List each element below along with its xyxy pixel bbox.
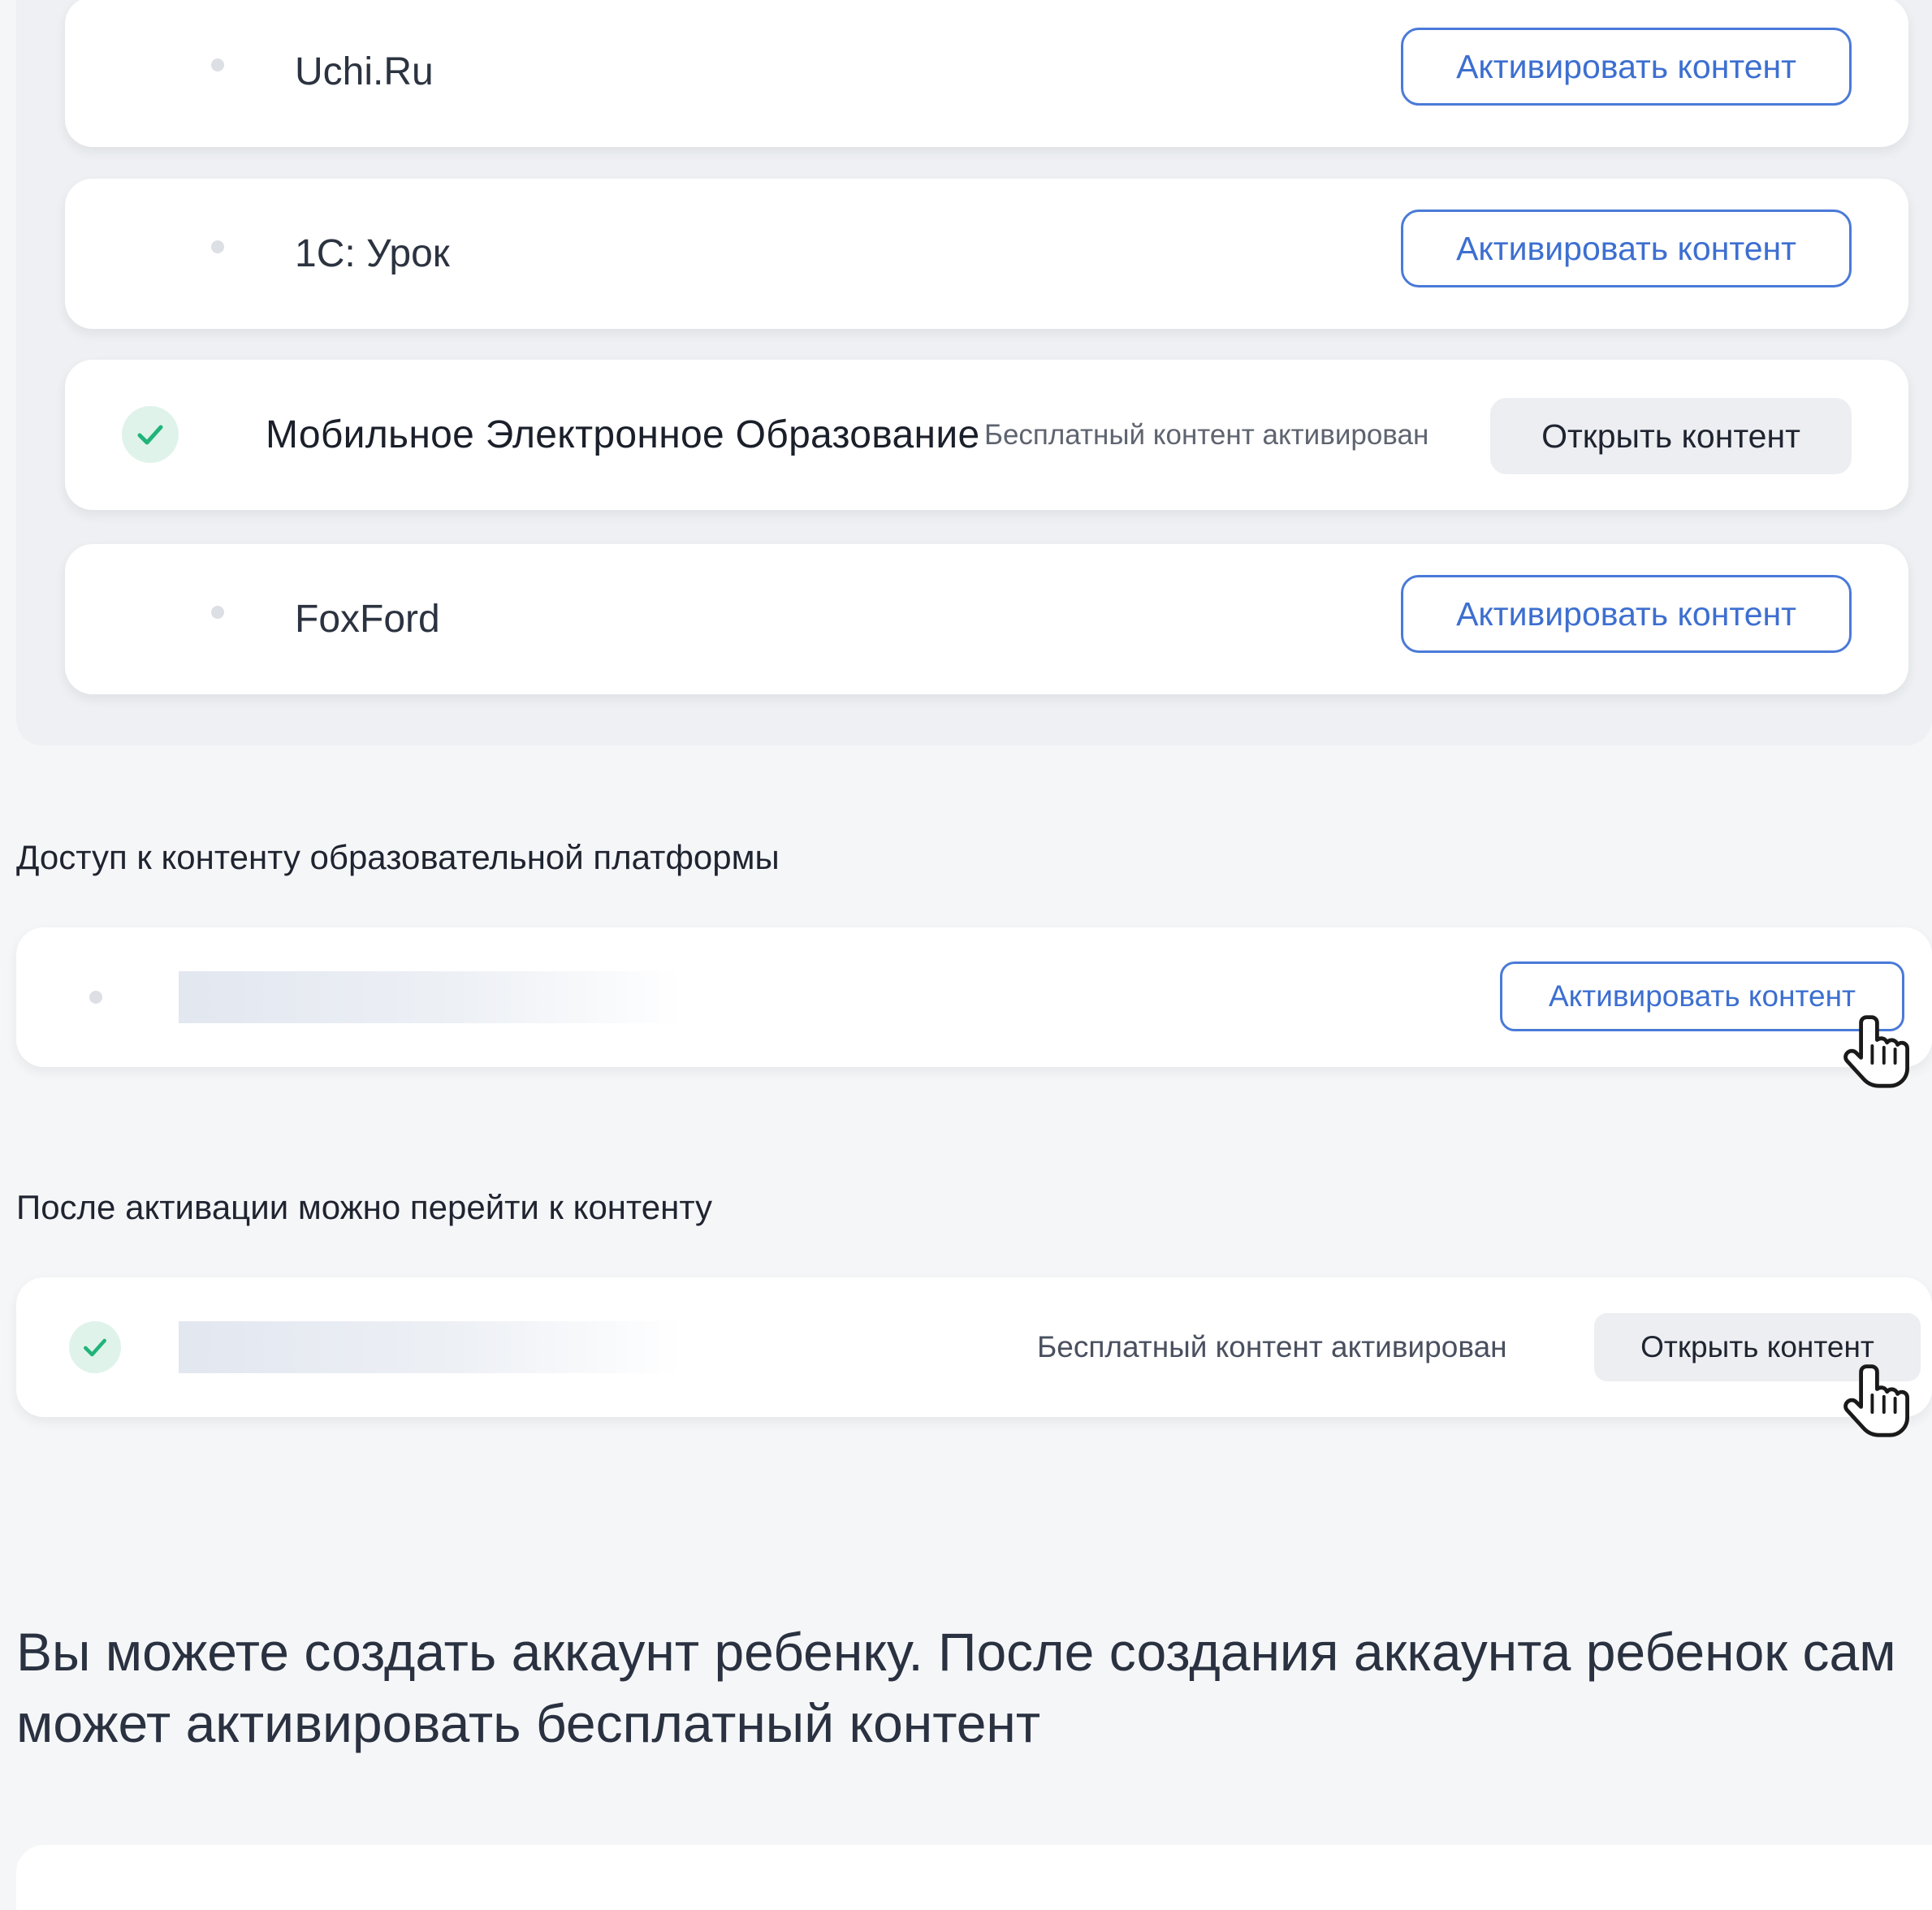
demo-card-activated: Бесплатный контент активирован Открыть к…: [16, 1277, 1932, 1417]
child-account-card: [16, 1845, 1932, 1910]
provider-name: FoxFord: [295, 598, 440, 641]
after-activation-heading: После активации можно перейти к контенту: [16, 1188, 713, 1226]
access-heading: Доступ к контенту образовательной платфо…: [16, 838, 780, 876]
provider-card-meo: Мобильное Электронное Образование Беспла…: [65, 360, 1908, 510]
demo-card-activate: Активировать контент: [16, 927, 1932, 1067]
hand-pointer-icon: [1843, 1364, 1909, 1437]
activation-status: Бесплатный контент активирован: [1037, 1330, 1507, 1363]
check-icon: [69, 1321, 121, 1373]
provider-card-uchi: Uchi.Ru Активировать контент: [65, 0, 1908, 147]
provider-name: Мобильное Электронное Образование: [266, 413, 980, 456]
provider-name-placeholder: [179, 1321, 682, 1373]
provider-name: Uchi.Ru: [295, 50, 434, 93]
provider-name: 1С: Урок: [295, 232, 450, 275]
dot-icon: [89, 991, 102, 1004]
activate-content-button[interactable]: Активировать контент: [1401, 28, 1852, 106]
activation-status: Бесплатный контент активирован: [984, 419, 1429, 451]
dot-icon: [211, 240, 224, 253]
activate-content-button[interactable]: Активировать контент: [1401, 575, 1852, 653]
provider-card-1c: 1С: Урок Активировать контент: [65, 179, 1908, 329]
provider-card-foxford: FoxFord Активировать контент: [65, 544, 1908, 694]
hand-pointer-icon: [1843, 1015, 1909, 1088]
open-content-button[interactable]: Открыть контент: [1490, 398, 1852, 474]
dot-icon: [211, 58, 224, 71]
check-icon: [122, 406, 179, 463]
provider-name-placeholder: [179, 971, 682, 1023]
activate-content-button[interactable]: Активировать контент: [1401, 210, 1852, 287]
dot-icon: [211, 606, 224, 619]
child-account-info: Вы можете создать аккаунт ребенку. После…: [16, 1622, 1896, 1753]
